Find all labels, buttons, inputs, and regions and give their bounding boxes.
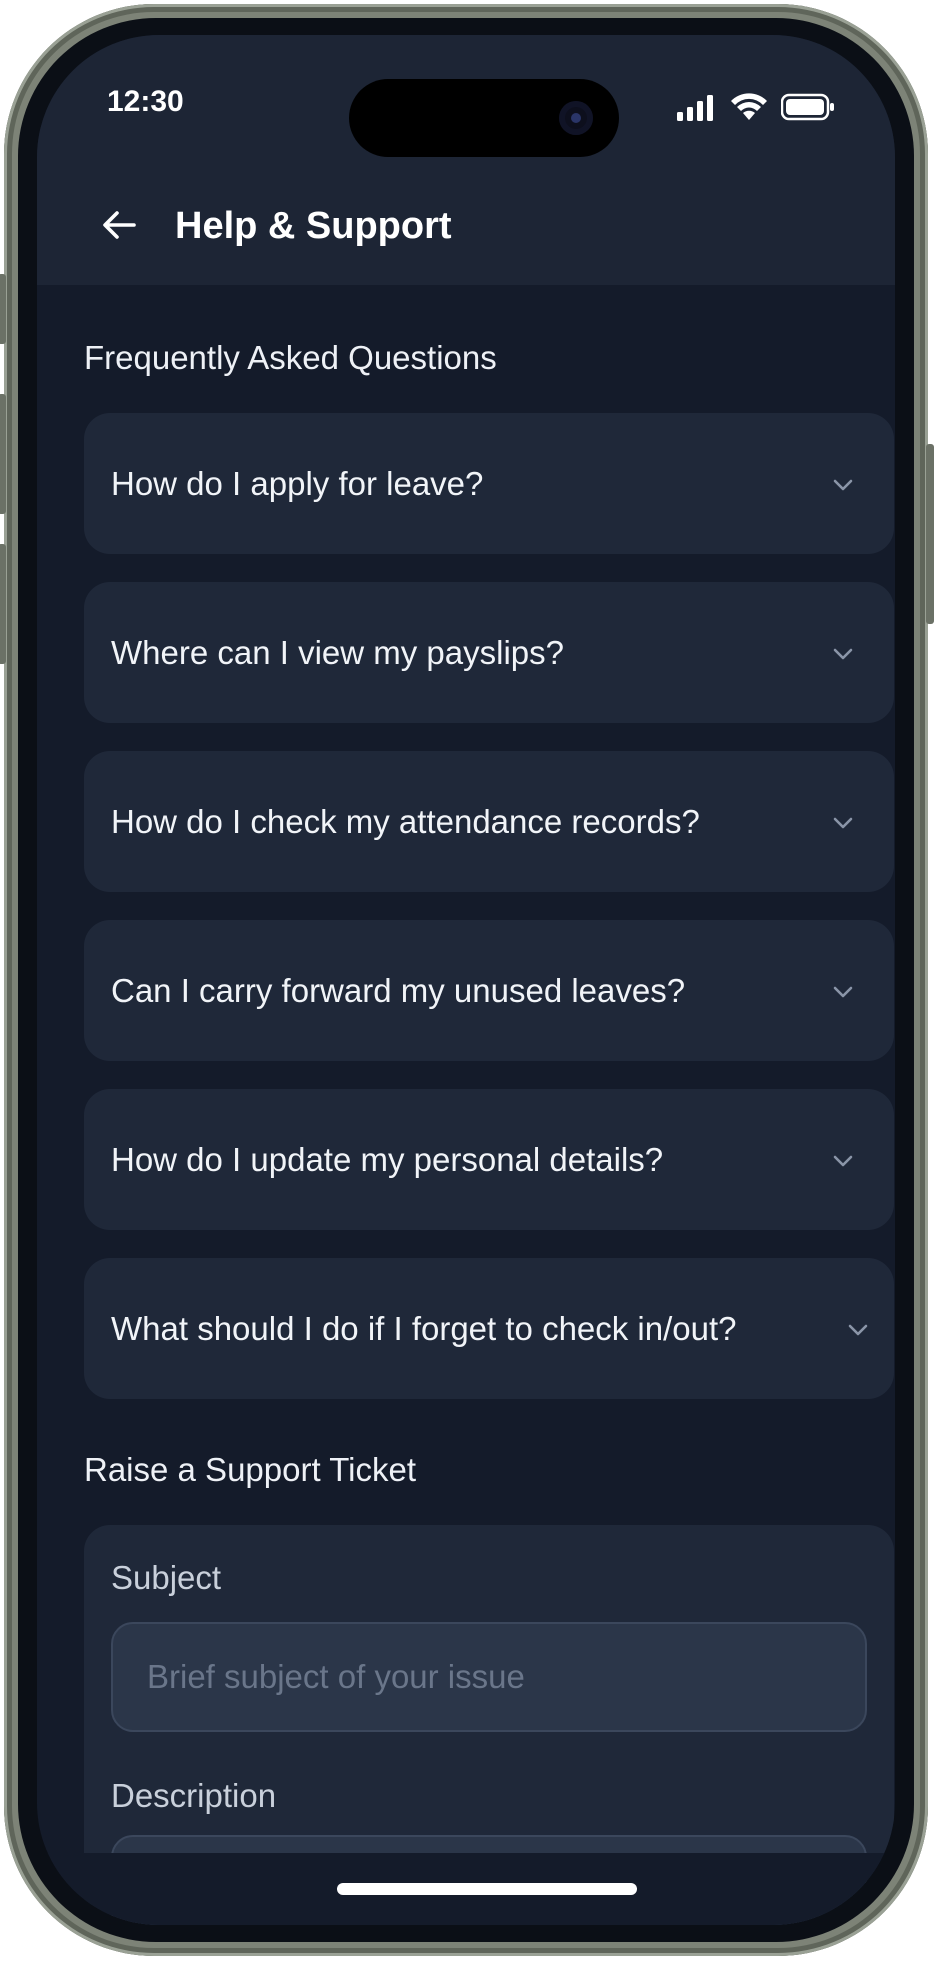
chevron-down-icon [833, 986, 853, 998]
chevron-down-icon [848, 1324, 868, 1336]
screen: 12:30 Help & Support Frequently Asked Qu… [37, 35, 895, 1925]
faq-item[interactable]: What should I do if I forget to check in… [84, 1258, 894, 1399]
app-header: 12:30 Help & Support [37, 35, 895, 285]
faq-question: Where can I view my payslips? [111, 633, 564, 671]
chevron-down-icon [833, 648, 853, 660]
battery-icon [781, 93, 834, 121]
faq-question: How do I apply for leave? [111, 464, 484, 502]
dynamic-island [349, 79, 619, 157]
description-label: Description [111, 1777, 277, 1814]
chevron-down-icon [833, 1155, 853, 1167]
page-title: Help & Support [175, 205, 452, 247]
phone-frame: 12:30 Help & Support Frequently Asked Qu… [0, 4, 934, 1956]
wifi-icon [731, 93, 767, 120]
volume-up-button [0, 394, 6, 514]
status-icons [677, 93, 835, 121]
chevron-down-icon [833, 817, 853, 829]
side-button [0, 274, 6, 344]
faq-item[interactable]: Where can I view my payslips? [84, 582, 894, 723]
bottom-bar [37, 1853, 895, 1925]
faq-section-title: Frequently Asked Questions [84, 339, 497, 376]
bezel: 12:30 Help & Support Frequently Asked Qu… [18, 18, 914, 1942]
signal-icon [677, 95, 713, 121]
subject-label: Subject [111, 1559, 222, 1596]
power-button [926, 444, 934, 624]
arrow-left-icon [103, 211, 136, 239]
faq-item[interactable]: How do I check my attendance records? [84, 751, 894, 892]
chevron-down-icon [833, 479, 853, 491]
volume-down-button [0, 544, 6, 664]
faq-item[interactable]: Can I carry forward my unused leaves? [84, 920, 894, 1061]
ticket-section-title: Raise a Support Ticket [84, 1451, 416, 1488]
camera-icon [559, 101, 593, 135]
faq-question: What should I do if I forget to check in… [111, 1309, 737, 1347]
status-time: 12:30 [107, 85, 184, 118]
faq-question: How do I check my attendance records? [111, 802, 700, 840]
back-button[interactable] [95, 201, 143, 249]
faq-item[interactable]: How do I update my personal details? [84, 1089, 894, 1230]
home-indicator[interactable] [337, 1883, 637, 1895]
faq-item[interactable]: How do I apply for leave? [84, 413, 894, 554]
subject-input[interactable] [111, 1622, 867, 1732]
faq-question: Can I carry forward my unused leaves? [111, 971, 686, 1009]
faq-question: How do I update my personal details? [111, 1140, 664, 1178]
